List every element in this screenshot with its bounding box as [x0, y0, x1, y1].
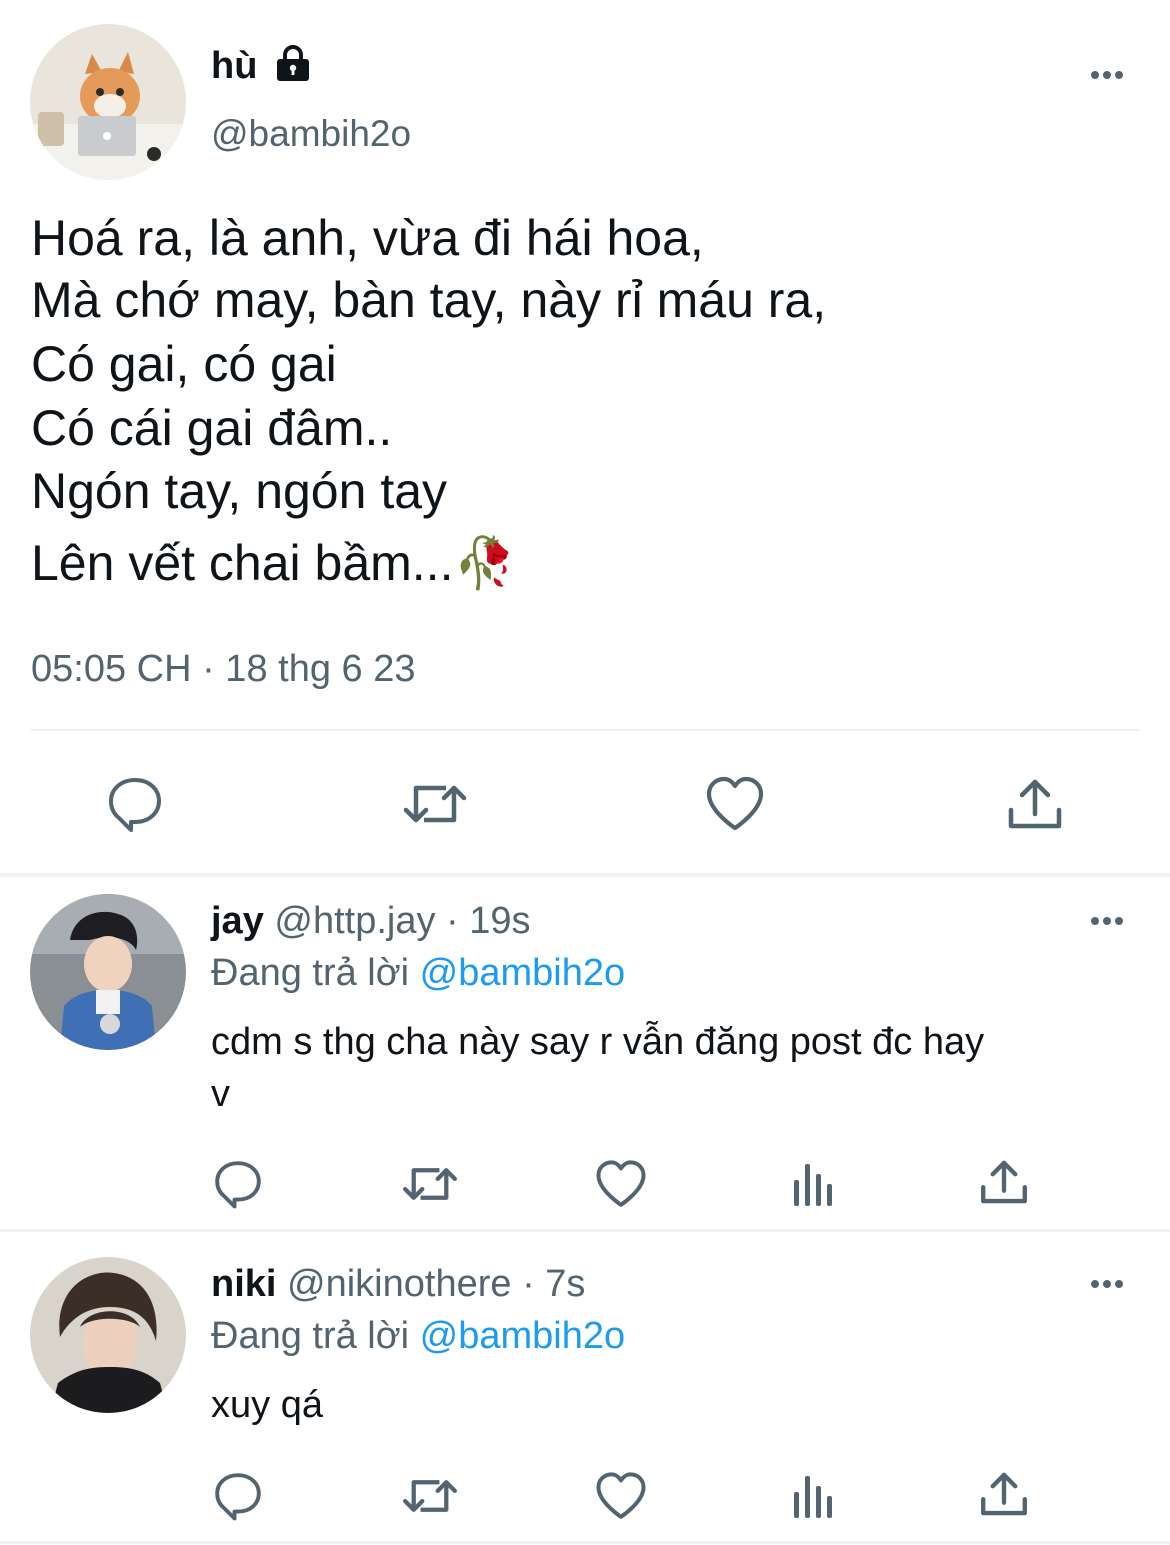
reply-handle[interactable]: @nikinothere [287, 1263, 511, 1305]
share-icon[interactable] [978, 1468, 1030, 1520]
more-options-icon[interactable] [1079, 65, 1139, 85]
like-icon[interactable] [594, 1470, 648, 1522]
reply-display-name[interactable]: niki [211, 1263, 276, 1305]
tweet-timestamp[interactable]: 05:05 CH · 18 thg 6 23 [31, 646, 415, 692]
divider [30, 729, 1140, 731]
replying-prefix: Đang trả lời [211, 1315, 410, 1357]
author-handle[interactable]: @bambih2o [211, 112, 411, 156]
reply-icon[interactable] [212, 1158, 264, 1210]
reply-avatar[interactable] [30, 894, 186, 1050]
reply-display-name[interactable]: jay [211, 900, 264, 942]
author-avatar[interactable] [30, 24, 186, 180]
like-icon[interactable] [704, 774, 766, 834]
reply-icon[interactable] [212, 1470, 264, 1522]
tweet-line: Ngón tay, ngón tay [31, 463, 448, 519]
views-icon[interactable] [790, 1158, 836, 1210]
reply-text-line: cdm s thg cha này say r vẫn đăng post đc… [211, 1021, 985, 1063]
tweet-line: Có gai, có gai [31, 336, 337, 392]
share-icon[interactable] [978, 1156, 1030, 1208]
tweet-line: Mà chớ may, bàn tay, này rỉ máu ra, [31, 272, 827, 328]
reply-text-line: xuy qá [211, 1384, 323, 1426]
replying-to-handle[interactable]: @bambih2o [420, 1315, 625, 1357]
more-options-icon[interactable] [1079, 1274, 1139, 1294]
section-divider [0, 1541, 1170, 1544]
replying-to: Đang trả lời @bambih2o [211, 950, 625, 996]
reply-icon[interactable] [105, 774, 165, 834]
reply-time[interactable]: · 7s [522, 1263, 585, 1305]
reply-avatar[interactable] [30, 1257, 186, 1413]
views-icon[interactable] [790, 1470, 836, 1522]
tweet-line: Có cái gai đâm.. [31, 400, 393, 456]
reply-text-line: v [211, 1073, 230, 1115]
share-icon[interactable] [1005, 774, 1065, 834]
retweet-icon[interactable] [400, 774, 470, 834]
retweet-icon[interactable] [400, 1158, 460, 1210]
like-icon[interactable] [594, 1158, 648, 1210]
tweet-line: Hoá ra, là anh, vừa đi hái hoa, [31, 210, 704, 266]
replying-to-handle[interactable]: @bambih2o [420, 952, 625, 994]
tweet-line: Lên vết chai bầm...🥀 [31, 535, 516, 591]
replying-to: Đang trả lời @bambih2o [211, 1313, 625, 1359]
replying-prefix: Đang trả lời [211, 952, 410, 994]
reply-handle[interactable]: @http.jay [274, 900, 435, 942]
section-divider [0, 1229, 1170, 1232]
reply-time[interactable]: · 19s [446, 900, 530, 942]
section-divider [0, 873, 1170, 877]
retweet-icon[interactable] [400, 1470, 460, 1522]
author-display-name[interactable]: hù [211, 44, 257, 88]
more-options-icon[interactable] [1079, 911, 1139, 931]
reply-header: niki @nikinothere · 7s [211, 1261, 585, 1307]
reply-header: jay @http.jay · 19s [211, 898, 531, 944]
lock-icon [273, 44, 313, 84]
